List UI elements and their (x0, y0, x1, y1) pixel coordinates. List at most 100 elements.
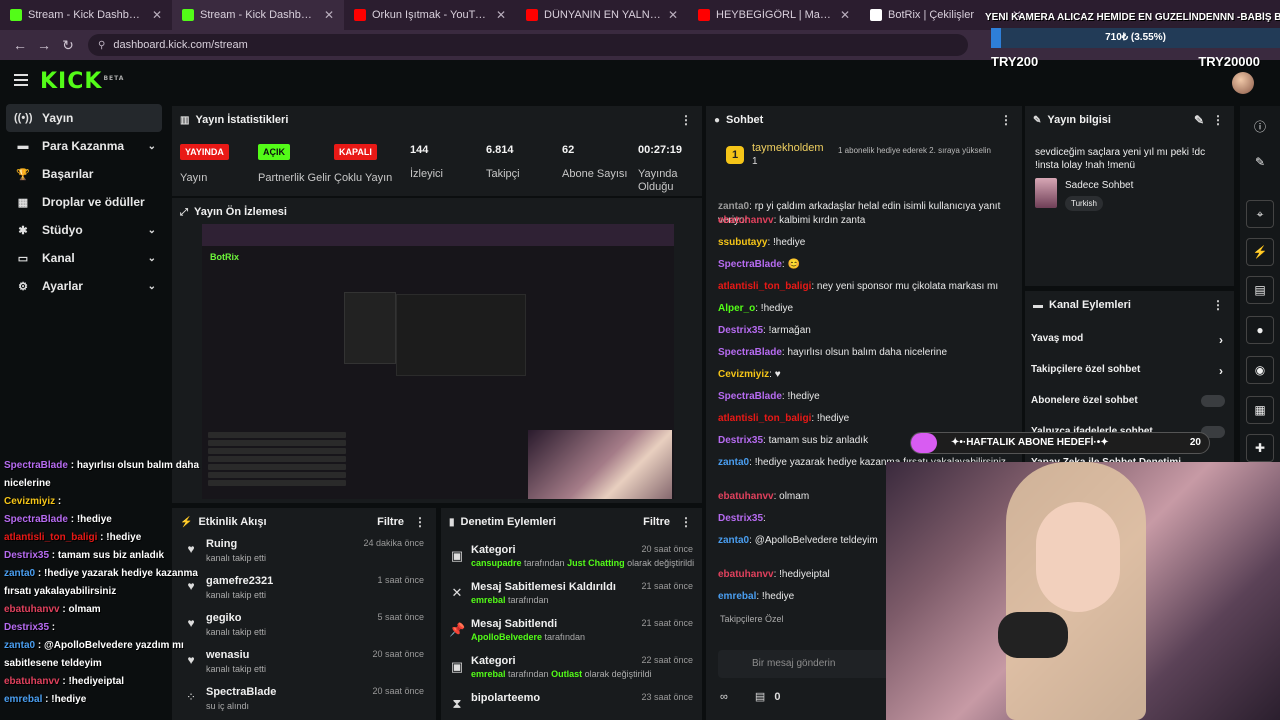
moderator-name[interactable]: ApolloBelvedere (471, 632, 542, 642)
close-icon[interactable]: ✕ (496, 8, 506, 22)
chat-username[interactable]: SpectraBlade (718, 391, 782, 402)
close-icon[interactable]: ✕ (840, 8, 850, 22)
browser-tab[interactable]: DÜNYANIN EN YALNIZ EVİNDE ✕ (516, 0, 688, 30)
browser-tab[interactable]: Stream - Kick Dashboard ✕ (172, 0, 344, 30)
more-options-icon[interactable]: ⋮ (1212, 113, 1224, 127)
chat-message[interactable]: SpectraBlade: 😊 (718, 258, 1018, 272)
panel-header: ▬ Kanal Eylemleri ⋮ (1025, 291, 1234, 319)
channel-action-row[interactable]: Yavaş mod › (1031, 333, 1231, 353)
category-name[interactable]: Sadece Sohbet (1065, 180, 1133, 191)
chat-username[interactable]: zanta0 (718, 535, 749, 546)
chat-message[interactable]: Destrix35: !armağan (718, 324, 1018, 338)
chat-username[interactable]: Destrix35 (718, 513, 763, 524)
back-button[interactable]: ← (8, 33, 32, 57)
chat-message[interactable]: ebatuhanvv: kalbimi kırdın zanta (718, 214, 1018, 228)
channel-action-row[interactable]: Takipçilere özel sohbet › (1031, 364, 1231, 384)
chat-username[interactable]: ebatuhanvv (718, 215, 774, 226)
close-icon[interactable]: ✕ (668, 8, 678, 22)
reload-button[interactable]: ↻ (56, 33, 80, 57)
broadcast-icon[interactable]: ◉ (1246, 356, 1274, 384)
chevron-down-icon[interactable]: ⌄ (148, 281, 156, 292)
chat-username[interactable]: SpectraBlade (718, 259, 782, 270)
chevron-right-icon[interactable]: › (1219, 333, 1223, 347)
chat-message[interactable]: SpectraBlade: hayırlısı olsun balım daha… (718, 346, 1018, 360)
channel-action-row[interactable]: Abonelere özel sohbet (1031, 395, 1231, 415)
close-icon[interactable]: ✕ (324, 8, 334, 22)
chevron-right-icon[interactable]: › (1219, 364, 1223, 378)
chat-username[interactable]: Destrix35 (718, 435, 763, 446)
moderation-description: emrebal tarafından Outlast olarak değişt… (471, 669, 652, 679)
chat-message[interactable]: atlantisli_ton_baligi: !hediye (718, 412, 1018, 426)
chat-username[interactable]: ebatuhanvv (718, 491, 774, 502)
moderator-name[interactable]: cansupadre (471, 558, 522, 568)
more-options-icon[interactable]: ⋮ (414, 515, 426, 529)
chat-icon[interactable]: ● (1246, 316, 1274, 344)
edit-icon[interactable]: ✎ (1194, 113, 1204, 127)
chevron-down-icon[interactable]: ⌄ (148, 225, 156, 236)
lightning-icon[interactable]: ⚡ (1246, 238, 1274, 266)
stat-label: Çoklu Yayın (334, 172, 393, 184)
chat-username[interactable]: SpectraBlade (718, 347, 782, 358)
stat-label: Takipçi (486, 168, 520, 180)
stream-preview-video[interactable]: BotRix (202, 224, 674, 499)
chat-username[interactable]: emrebal (718, 591, 756, 602)
browser-tab[interactable]: Orkun Işıtmak - YouTube ✕ (344, 0, 516, 30)
sidebar-item[interactable]: ▭ Kanal ⌄ (6, 244, 162, 272)
sidebar-item[interactable]: 🏆 Başarılar (6, 160, 162, 188)
moderator-name[interactable]: emrebal (471, 595, 506, 605)
chat-message[interactable]: ssubutayy: !hediye (718, 236, 1018, 250)
moderator-name[interactable]: emrebal (471, 669, 506, 679)
chat-username[interactable]: ebatuhanvv (718, 569, 774, 580)
sidebar-item[interactable]: ✱ Stüdyo ⌄ (6, 216, 162, 244)
sidebar-item[interactable]: ((•)) Yayın (6, 104, 162, 132)
filter-button[interactable]: Filtre (643, 516, 670, 528)
more-options-icon[interactable]: ⋮ (1212, 298, 1224, 312)
sidebar-item[interactable]: ⚙ Ayarlar ⌄ (6, 272, 162, 300)
overlay-chat-text: sabitlesene teldeyim (4, 658, 102, 669)
chat-username[interactable]: atlantisli_ton_baligi (718, 413, 811, 424)
gift-leaderboard[interactable]: 1 taymekholdem 1 1 abonelik hediye edere… (726, 142, 1016, 182)
pencil-icon[interactable]: ✎ (1246, 148, 1274, 176)
chat-username[interactable]: ssubutayy (718, 237, 767, 248)
chat-username[interactable]: Destrix35 (718, 325, 763, 336)
clipboard-icon[interactable]: ▤ (1246, 276, 1274, 304)
chevron-down-icon[interactable]: ⌄ (148, 141, 156, 152)
chevron-down-icon[interactable]: ⌄ (148, 253, 156, 264)
chat-username[interactable]: Cevizmiyiz (718, 369, 769, 380)
sidebar-item[interactable]: ▬ Para Kazanma ⌄ (6, 132, 162, 160)
user-avatar[interactable] (1232, 72, 1254, 94)
wrench-icon[interactable]: ✚ (1246, 434, 1274, 462)
site-info-icon[interactable]: ⚲ (98, 40, 105, 51)
sidebar-item[interactable]: ▦ Droplar ve ödüller (6, 188, 162, 216)
close-icon[interactable]: ✕ (152, 8, 162, 22)
chat-username[interactable]: atlantisli_ton_baligi (718, 281, 811, 292)
chat-text: !hediye (773, 237, 806, 248)
address-bar[interactable]: ⚲ dashboard.kick.com/stream (88, 34, 968, 56)
more-options-icon[interactable]: ⋮ (680, 515, 692, 529)
overlay-chat-user: atlantisli_ton_baligi (4, 532, 98, 543)
target-icon[interactable]: ⌖ (1246, 200, 1274, 228)
target-name: Just Chatting (567, 558, 625, 568)
info-icon[interactable]: ⓘ (1246, 112, 1274, 140)
toggle-switch[interactable] (1201, 395, 1225, 407)
filter-button[interactable]: Filtre (377, 516, 404, 528)
chat-username[interactable]: zanta0 (718, 457, 749, 468)
kick-logo[interactable]: KICKBETA (40, 69, 124, 94)
chat-message[interactable]: atlantisli_ton_baligi: ney yeni sponsor … (718, 280, 1018, 294)
more-options-icon[interactable]: ⋮ (680, 113, 692, 127)
menu-icon[interactable] (14, 74, 28, 86)
more-options-icon[interactable]: ⋮ (1000, 113, 1012, 127)
chat-message[interactable]: Cevizmiyiz: ♥ (718, 368, 1018, 382)
chat-message[interactable]: SpectraBlade: !hediye (718, 390, 1018, 404)
goal-progress-bar: 710₺ (3.55%) (991, 28, 1280, 48)
webcam-overlay (886, 462, 1280, 720)
forward-button[interactable]: → (32, 33, 56, 57)
infinity-icon[interactable]: ∞ (720, 691, 728, 703)
browser-tab[interactable]: HEYBEGİGÖRL | Madara Olduk ✕ (688, 0, 860, 30)
browser-tab[interactable]: Stream - Kick Dashboard ✕ (0, 0, 172, 30)
list-icon[interactable]: ▦ (1246, 396, 1274, 424)
chat-username[interactable]: Alper_o (718, 303, 755, 314)
chat-username[interactable]: zanta0 (718, 201, 749, 212)
chat-message[interactable]: Alper_o: !hediye (718, 302, 1018, 316)
store-icon[interactable]: ▤ (755, 691, 765, 703)
